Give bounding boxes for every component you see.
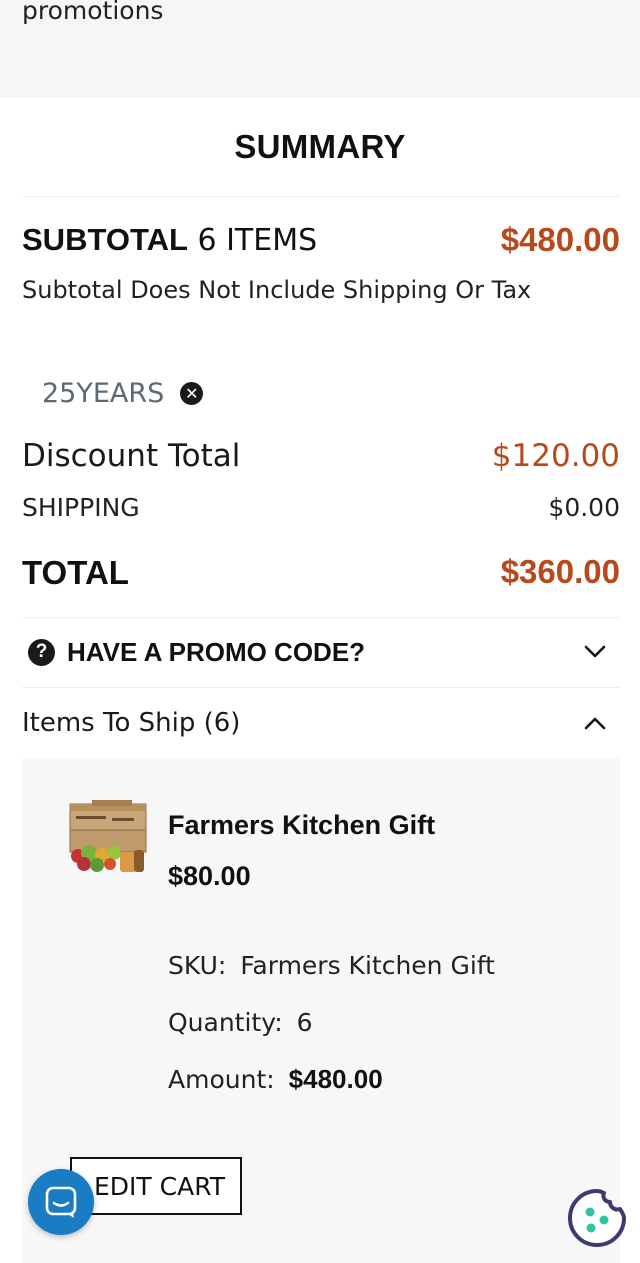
subtotal-value: $480.00	[500, 221, 620, 258]
promotions-text: promotions	[22, 0, 164, 25]
sku-label: SKU:	[168, 951, 227, 980]
product-price: $80.00	[168, 861, 251, 891]
shipping-value: $0.00	[548, 493, 620, 522]
items-panel: Farmers Kitchen Gift $80.00 SKU: Farmers …	[22, 758, 620, 1263]
discount-value: $120.00	[491, 438, 620, 474]
subtotal-heading: SUBTOTAL	[22, 222, 188, 257]
coupon-code: 25YEARS	[42, 378, 165, 409]
items-to-ship-toggle[interactable]: Items To Ship (6)	[22, 688, 620, 758]
shipping-label: SHIPPING	[22, 493, 140, 522]
sku-value: Farmers Kitchen Gift	[240, 951, 495, 980]
edit-cart-button[interactable]: EDIT CART	[70, 1157, 242, 1215]
amount-label: Amount:	[168, 1065, 275, 1094]
promo-code-toggle[interactable]: ? HAVE A PROMO CODE?	[22, 618, 620, 686]
promo-code-label: HAVE A PROMO CODE?	[67, 636, 366, 667]
product-sku: SKU: Farmers Kitchen Gift	[168, 951, 495, 980]
subtotal-note: Subtotal Does Not Include Shipping Or Ta…	[22, 276, 532, 304]
items-count: 6 ITEMS	[197, 223, 318, 258]
question-circle-icon: ?	[28, 638, 55, 666]
applied-coupon: 25YEARS ✕	[42, 378, 204, 409]
total-value: $360.00	[500, 553, 620, 590]
cookie-icon[interactable]	[566, 1187, 628, 1249]
close-circle-icon[interactable]: ✕	[180, 382, 204, 405]
quantity-value: 6	[296, 1008, 313, 1037]
promotions-band: promotions	[0, 0, 640, 98]
quantity-label: Quantity:	[168, 1008, 283, 1037]
chat-icon[interactable]	[28, 1169, 94, 1235]
amount-value: $480.00	[288, 1064, 383, 1094]
items-to-ship-label: Items To Ship (6)	[22, 708, 241, 738]
summary-title: SUMMARY	[234, 128, 406, 165]
product-name: Farmers Kitchen Gift	[168, 810, 436, 840]
divider	[22, 196, 620, 197]
chevron-up-icon	[584, 712, 606, 734]
product-image	[62, 798, 150, 876]
product-quantity: Quantity: 6	[168, 1008, 313, 1037]
product-amount: Amount: $480.00	[168, 1064, 383, 1095]
chevron-down-icon	[584, 641, 606, 663]
